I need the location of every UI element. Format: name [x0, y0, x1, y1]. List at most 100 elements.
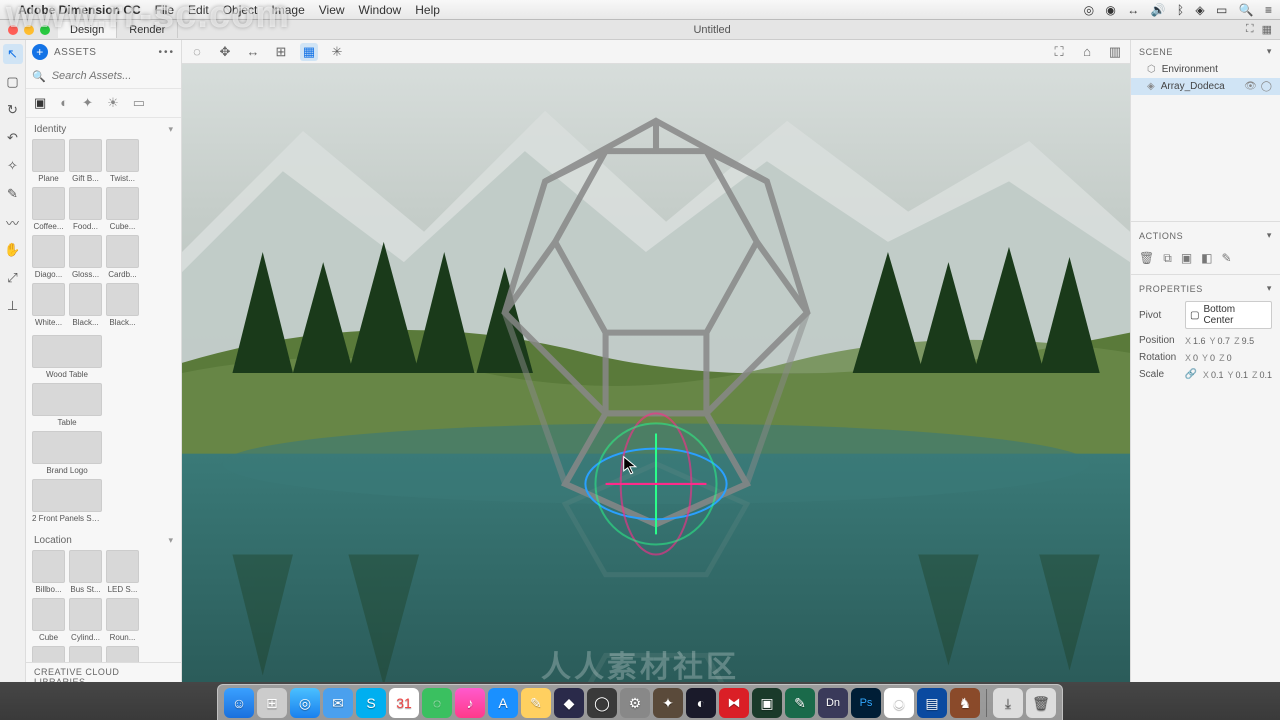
tray-icon[interactable]: ◎ — [1084, 3, 1094, 17]
asset-item[interactable]: Patter... — [106, 646, 139, 662]
gizmo-light-icon[interactable]: ✳ — [328, 43, 346, 61]
asset-item[interactable]: Plane — [32, 139, 65, 183]
position-y[interactable]: Y0.7 — [1210, 336, 1231, 346]
dock-app-icon[interactable]: ▣ — [752, 688, 782, 718]
asset-item[interactable]: 2 Front Panels So... — [32, 479, 102, 523]
assets-menu-icon[interactable]: ••• — [158, 47, 175, 58]
asset-item[interactable]: Cube... — [106, 187, 139, 231]
pivot-select[interactable]: ▢Bottom Center — [1185, 301, 1272, 329]
asset-item[interactable]: Table — [32, 383, 102, 427]
close-icon[interactable] — [8, 25, 18, 35]
render-preview-icon[interactable]: ▥ — [1106, 43, 1124, 61]
dock-ps-icon[interactable]: Ps — [851, 688, 881, 718]
horizon-tool[interactable]: ⊥ — [3, 296, 23, 316]
dock-app-icon[interactable]: ✦ — [653, 688, 683, 718]
menu-edit[interactable]: Edit — [188, 3, 209, 17]
scale-y[interactable]: Y0.1 — [1227, 370, 1248, 380]
tray-search-icon[interactable]: 🔍 — [1239, 3, 1254, 17]
menu-object[interactable]: Object — [223, 3, 258, 17]
dock-app-icon[interactable]: ◐ — [686, 688, 716, 718]
dock-messages-icon[interactable]: ◌ — [422, 688, 452, 718]
asset-item[interactable]: Cube — [32, 598, 65, 642]
scale-x[interactable]: X0.1 — [1203, 370, 1224, 380]
asset-item[interactable]: Black... — [69, 283, 102, 327]
tray-volume-icon[interactable]: 🔊 — [1151, 3, 1166, 17]
asset-item[interactable]: Bus St... — [69, 550, 102, 594]
gizmo-rotate-icon[interactable]: ✥ — [216, 43, 234, 61]
tray-wifi-icon[interactable]: ◈ — [1195, 3, 1204, 17]
hand-tool[interactable]: ✋ — [3, 240, 23, 260]
menu-help[interactable]: Help — [415, 3, 440, 17]
lasso-tool[interactable]: 〰 — [3, 212, 23, 232]
section-identity[interactable]: Identity▾ — [26, 118, 181, 137]
tab-design[interactable]: Design — [58, 22, 117, 38]
tray-icon[interactable]: ◉ — [1105, 3, 1115, 17]
gizmo-move-icon[interactable]: ◌ — [188, 43, 206, 61]
dock-appstore-icon[interactable]: A — [488, 688, 518, 718]
asset-item[interactable]: Food... — [69, 187, 102, 231]
asset-item[interactable]: White... — [32, 283, 65, 327]
add-asset-button[interactable]: + — [32, 44, 48, 60]
crop-tool[interactable]: ▢ — [3, 72, 23, 92]
filter-env-icon[interactable]: ☀ — [107, 95, 119, 111]
tray-icon[interactable]: ↔ — [1127, 3, 1139, 17]
gizmo-snap-icon[interactable]: ▦ — [300, 43, 318, 61]
undo-tool[interactable]: ↶ — [3, 128, 23, 148]
dock-cc-icon[interactable]: ⧓ — [719, 688, 749, 718]
scene-row[interactable]: ◈Array_Dodeca👁◯ — [1131, 78, 1280, 95]
eyedropper-tool[interactable]: ✎ — [3, 184, 23, 204]
menu-window[interactable]: Window — [359, 3, 402, 17]
dock-finder-icon[interactable]: ☺ — [224, 688, 254, 718]
position-x[interactable]: X1.6 — [1185, 336, 1206, 346]
asset-item[interactable]: Twist... — [106, 139, 139, 183]
dock-trash-icon[interactable]: 🗑 — [1026, 688, 1056, 718]
tray-menu-icon[interactable]: ≡ — [1265, 3, 1272, 17]
dock-chrome-icon[interactable]: ◉ — [884, 688, 914, 718]
gizmo-align-icon[interactable]: ⊞ — [272, 43, 290, 61]
gizmo-scale-icon[interactable]: ↔ — [244, 43, 262, 61]
dock-app-icon[interactable]: ▤ — [917, 688, 947, 718]
chevron-down-icon[interactable]: ▾ — [1267, 46, 1272, 57]
asset-item[interactable]: Billbo... — [32, 550, 65, 594]
asset-item[interactable]: LED S... — [106, 550, 139, 594]
asset-item[interactable]: Bricks — [69, 646, 102, 662]
rotation-y[interactable]: Y0 — [1202, 353, 1215, 363]
dock-safari-icon[interactable]: ◎ — [290, 688, 320, 718]
dock-settings-icon[interactable]: ⚙ — [620, 688, 650, 718]
dock-app-icon[interactable]: ◆ — [554, 688, 584, 718]
dock-app-icon[interactable]: ✎ — [785, 688, 815, 718]
asset-item[interactable]: Diago... — [32, 235, 65, 279]
rotation-z[interactable]: Z0 — [1219, 353, 1232, 363]
wand-tool[interactable]: ✧ — [3, 156, 23, 176]
dock-app-icon[interactable]: ◯ — [587, 688, 617, 718]
camera-home-icon[interactable]: ⌂ — [1078, 43, 1096, 61]
lock-icon[interactable]: ◯ — [1261, 81, 1272, 92]
tray-battery-icon[interactable]: ▭ — [1216, 3, 1227, 17]
select-tool[interactable]: ↖ — [3, 44, 23, 64]
tab-render[interactable]: Render — [117, 22, 178, 38]
filter-shapes-icon[interactable]: ▣ — [34, 95, 46, 111]
asset-item[interactable]: Roun... — [32, 646, 65, 662]
dock-downloads-icon[interactable]: ⤓ — [993, 688, 1023, 718]
dock-launchpad-icon[interactable]: ⊞ — [257, 688, 287, 718]
viewport-icon[interactable]: ▦ — [1262, 23, 1272, 36]
menu-file[interactable]: File — [155, 3, 174, 17]
visibility-icon[interactable]: 👁 — [1244, 81, 1257, 92]
align-icon[interactable]: ◧ — [1201, 251, 1212, 266]
minimize-icon[interactable] — [24, 25, 34, 35]
camera-bookmark-icon[interactable]: ⛶ — [1050, 43, 1068, 61]
group-icon[interactable]: ▣ — [1181, 251, 1192, 266]
asset-item[interactable]: Roun... — [106, 598, 139, 642]
asset-item[interactable]: Cylind... — [69, 598, 102, 642]
tray-bluetooth-icon[interactable]: ᛒ — [1177, 3, 1184, 17]
scale-z[interactable]: Z0.1 — [1252, 370, 1272, 380]
assets-scroll[interactable]: Identity▾ PlaneGift B...Twist...Coffee..… — [26, 118, 181, 662]
scene-row[interactable]: ⬡Environment — [1131, 61, 1280, 78]
cc-libraries[interactable]: Creative Cloud Libraries — [26, 662, 181, 682]
asset-item[interactable]: Cardb... — [106, 235, 139, 279]
delete-icon[interactable]: 🗑 — [1139, 251, 1154, 266]
search-input[interactable] — [50, 66, 182, 86]
filter-materials-icon[interactable]: ◐ — [60, 95, 68, 111]
asset-item[interactable]: Black... — [106, 283, 139, 327]
dock-app-icon[interactable]: ♞ — [950, 688, 980, 718]
